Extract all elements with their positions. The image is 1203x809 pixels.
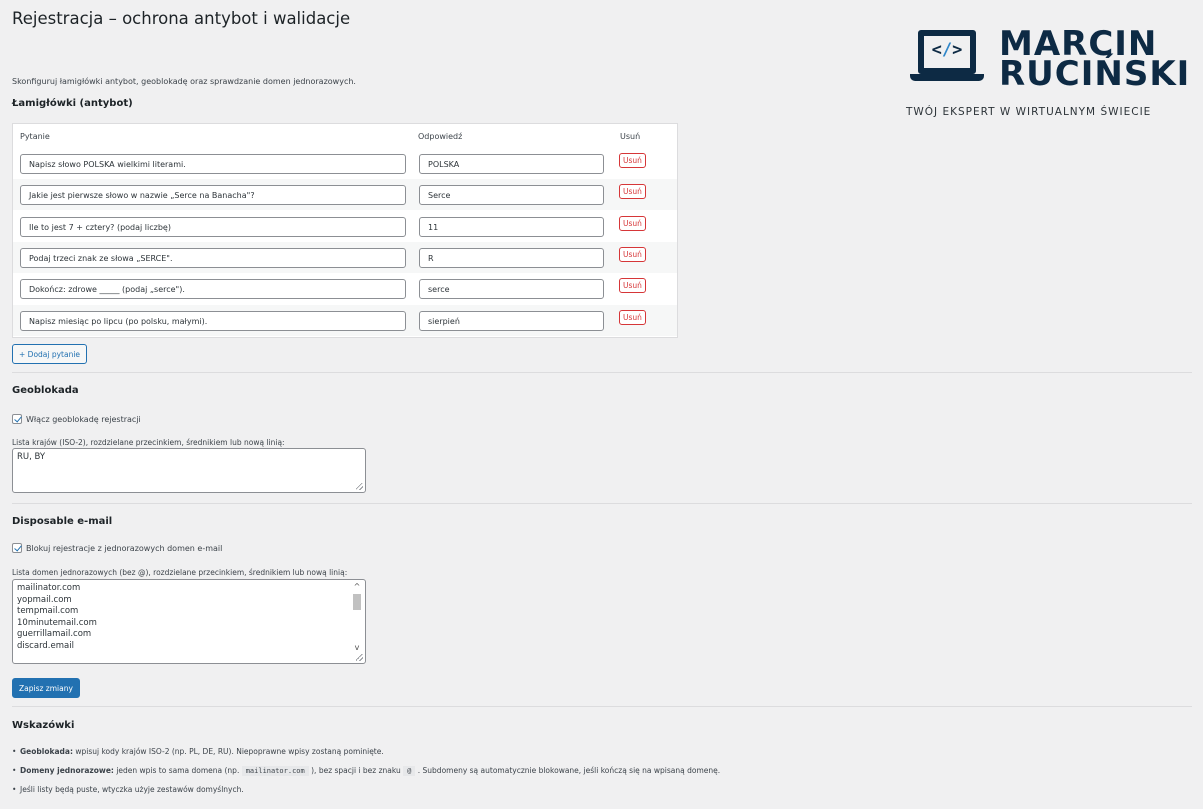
question-input[interactable]: Ile to jest 7 + cztery? (podaj liczbę) [20,216,406,237]
tip-item: • Jeśli listy będą puste, wtyczka użyje z… [12,785,244,794]
domain-line: yopmail.com [17,594,72,605]
laptop-code-icon: </> [918,30,976,74]
domain-line: 10minutemail.com [17,617,97,628]
table-header: Pytanie Odpowiedź Usuń [13,124,677,147]
resize-handle-icon[interactable] [356,483,363,490]
disposable-list-label: Lista domen jednorazowych (bez @), rozdz… [12,568,348,577]
domain-line: mailinator.com [17,583,81,593]
add-question-button[interactable]: + Dodaj pytanie [12,344,88,364]
tip-bold: Domeny jednorazowe: [20,766,114,775]
textarea-scrollbar[interactable]: ^ v [352,582,362,653]
logo-name-line2: RUCIŃSKI [999,54,1191,94]
geo-checkbox[interactable] [12,414,22,424]
table-row: Jakie jest pierwsze słowo w nazwie „Serc… [13,179,677,211]
disposable-domains-textarea[interactable]: mailinator.com yopmail.com tempmail.com 10m… [12,579,366,664]
geo-section-title: Geoblokada [12,385,79,396]
geo-checkbox-label: Włącz geoblokadę rejestracji [26,415,141,424]
table-row: Podaj trzeci znak ze słowa „SERCE". R Usuń [13,241,677,273]
delete-question-button[interactable]: Usuń [619,309,646,325]
tip-code: mailinator.com [241,766,309,776]
answer-input[interactable]: R [419,247,604,268]
tip-text: wpisuj kody krajów ISO-2 (np. PL, DE, RU… [72,747,384,756]
column-delete: Usuń [620,132,641,141]
scrollbar-thumb[interactable] [353,594,361,610]
tips-list: • Geoblokada: wpisuj kody krajów ISO-2 (n… [12,742,912,799]
save-changes-button[interactable]: Zapisz zmiany [12,678,80,698]
delete-question-button[interactable]: Usuń [619,246,646,262]
brand-logo: </> MARCIN RUCIŃSKI TWÓJ EKSPERT W WIRTU… [904,25,1203,125]
question-input[interactable]: Napisz słowo POLSKA wielkimi literami. [20,154,406,174]
answer-input[interactable]: serce [419,279,604,300]
disposable-checkbox-label: Blokuj rejestracje z jednorazowych domen… [26,544,223,553]
geo-checkbox-row[interactable]: Włącz geoblokadę rejestracji [12,414,141,424]
answer-input[interactable]: Serce [419,185,604,206]
code-brackets-icon: </> [931,40,963,60]
delete-question-button[interactable]: Usuń [619,278,646,294]
question-input[interactable]: Dokończ: zdrowe _____ (podaj „serce"). [20,279,406,300]
question-input[interactable]: Napisz miesiąc po lipcu (po polsku, mały… [20,310,406,331]
divider [12,372,1192,373]
column-question: Pytanie [20,132,50,141]
resize-handle-icon[interactable] [356,654,363,661]
domain-line: discard.email [17,640,74,651]
table-row: Ile to jest 7 + cztery? (podaj liczbę) 11… [13,211,677,242]
page-intro: Skonfiguruj łamigłówki antybot, geobloka… [12,77,356,86]
answer-input[interactable]: 11 [419,216,604,237]
antybot-section-title: Łamigłówki (antybot) [12,98,133,109]
geo-countries-value: RU, BY [17,452,46,462]
tip-text: ), bez spacji i bez znaku [308,766,404,775]
table-row: Dokończ: zdrowe _____ (podaj „serce"). se… [13,273,677,304]
geo-countries-textarea[interactable]: RU, BY [12,448,366,493]
column-answer: Odpowiedź [418,132,463,141]
page-title: Rejestracja – ochrona antybot i walidacj… [12,9,351,28]
domain-line: tempmail.com [17,606,79,616]
tip-code: @ [403,766,416,776]
tip-item: • Geoblokada: wpisuj kody krajów ISO-2 (n… [12,747,384,756]
divider [12,503,1192,504]
tip-text: jeden wpis to sama domena (np. [113,766,242,775]
tip-text: Jeśli listy będą puste, wtyczka użyje ze… [20,785,244,794]
question-input[interactable]: Podaj trzeci znak ze słowa „SERCE". [20,247,406,268]
delete-question-button[interactable]: Usuń [619,215,646,231]
domain-line: guerrillamail.com [17,629,92,639]
answer-input[interactable]: sierpień [419,310,604,331]
tips-section-title: Wskazówki [12,720,75,731]
delete-question-button[interactable]: Usuń [619,153,646,168]
tip-bold: Geoblokada: [20,747,73,756]
laptop-base-icon [910,74,984,81]
geo-list-label: Lista krajów (ISO-2), rozdzielane przeci… [12,438,285,447]
disposable-section-title: Disposable e-mail [12,516,113,527]
disposable-checkbox[interactable] [12,543,22,553]
questions-table: Pytanie Odpowiedź Usuń Napisz słowo POLS… [12,123,678,338]
scroll-down-icon[interactable]: v [352,643,362,653]
domain-list: mailinator.com yopmail.com tempmail.com 10m… [17,583,361,652]
tip-item: • Domeny jednorazowe: jeden wpis to sama … [12,766,721,776]
table-row: Napisz miesiąc po lipcu (po polsku, mały… [13,304,677,336]
table-row: Napisz słowo POLSKA wielkimi literami. PO… [13,148,677,179]
scroll-up-icon[interactable]: ^ [352,582,362,592]
divider [12,706,1192,707]
disposable-checkbox-row[interactable]: Blokuj rejestracje z jednorazowych domen… [12,543,222,553]
tip-text: . Subdomeny są automatycznie blokowane, … [415,766,721,775]
answer-input[interactable]: POLSKA [419,154,604,174]
logo-tagline: TWÓJ EKSPERT W WIRTUALNYM ŚWIECIE [906,106,1152,118]
question-input[interactable]: Jakie jest pierwsze słowo w nazwie „Serc… [20,185,406,206]
delete-question-button[interactable]: Usuń [619,184,646,200]
